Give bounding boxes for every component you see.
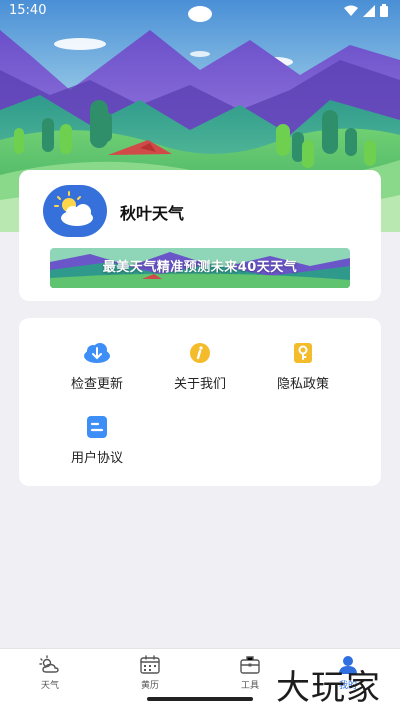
signal-icon <box>363 4 375 17</box>
cloud-download-icon <box>84 343 110 363</box>
tab-tools[interactable]: 工具 <box>220 655 280 691</box>
tab-almanac[interactable]: 黄历 <box>120 655 180 691</box>
status-icons <box>344 4 388 17</box>
menu-item-user-agreement[interactable]: 用户协议 <box>52 416 142 472</box>
menu-item-privacy-policy[interactable]: 隐私政策 <box>258 342 348 398</box>
document-icon <box>87 416 107 438</box>
menu-item-label: 隐私政策 <box>276 377 329 392</box>
camera-cutout <box>188 6 212 22</box>
home-indicator[interactable] <box>147 697 253 701</box>
promo-banner[interactable]: 最美天气精准预测未来40天天气 <box>50 248 350 288</box>
banner-text: 最美天气精准预测未来40天天气 <box>102 260 298 275</box>
status-bar: 15:40 <box>0 0 400 22</box>
app-logo <box>43 185 107 237</box>
wifi-icon <box>344 5 358 16</box>
weather-icon <box>39 655 59 673</box>
status-time: 15:40 <box>9 3 47 18</box>
tab-label: 黄历 <box>140 681 159 691</box>
menu-item-about-us[interactable]: 关于我们 <box>155 342 245 398</box>
watermark: 大玩家 <box>276 668 381 708</box>
battery-icon <box>380 4 388 17</box>
partly-cloudy-icon <box>54 191 93 226</box>
menu-card: 检查更新 关于我们 隐私政策 用户协议 <box>19 318 381 486</box>
tab-weather[interactable]: 天气 <box>20 655 80 691</box>
menu-item-check-update[interactable]: 检查更新 <box>52 342 142 398</box>
menu-item-label: 检查更新 <box>70 377 123 392</box>
tab-label: 工具 <box>240 681 259 691</box>
info-icon <box>190 343 210 363</box>
menu-item-label: 用户协议 <box>70 451 123 466</box>
toolbox-icon <box>240 656 260 674</box>
key-icon <box>294 343 312 363</box>
app-name: 秋叶天气 <box>120 204 185 223</box>
menu-item-label: 关于我们 <box>173 377 226 392</box>
app-info-card: 秋叶天气 最美天气精准预测未来40天天气 <box>19 170 381 301</box>
calendar-icon <box>140 655 160 674</box>
tab-label: 天气 <box>40 681 59 691</box>
